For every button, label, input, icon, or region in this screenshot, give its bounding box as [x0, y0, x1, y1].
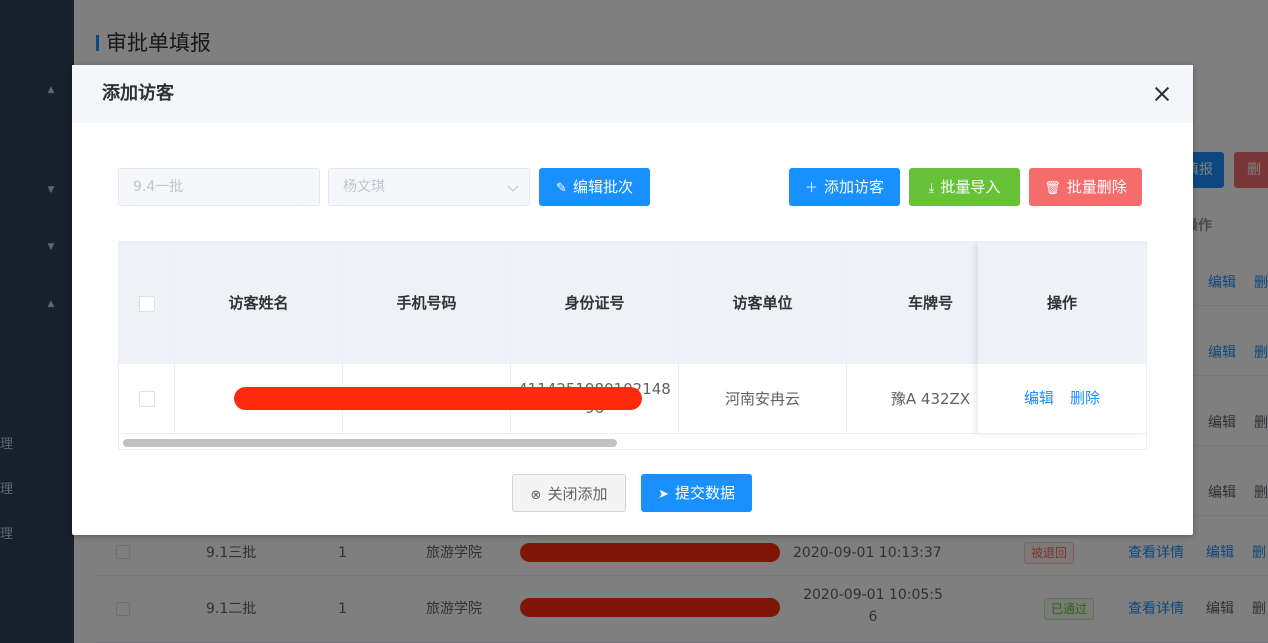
close-icon[interactable] — [1153, 85, 1171, 103]
delete-link[interactable]: 删除 — [1070, 389, 1100, 408]
column-header-unit: 访客单位 — [679, 242, 847, 364]
visitor-table: 访客姓名 手机号码 身份证号 访客单位 车牌号 4114251980102148… — [118, 241, 1147, 450]
submit-data-label: 提交数据 — [674, 484, 735, 502]
add-visitor-label: 添加访客 — [824, 178, 885, 196]
dialog-header: 添加访客 — [72, 65, 1193, 123]
person-select-value: 杨文琪 — [343, 179, 385, 195]
row-select-cell — [119, 364, 175, 434]
unit-cell: 河南安冉云 — [679, 364, 847, 434]
redaction-mark — [234, 387, 642, 410]
person-select[interactable]: 杨文琪 — [328, 168, 530, 206]
fixed-operation-column: 操作 编辑 删除 — [978, 242, 1146, 434]
column-header-phone: 手机号码 — [343, 242, 511, 364]
edit-batch-button[interactable]: ✎ 编辑批次 — [539, 168, 650, 206]
batch-import-button[interactable]: ⤓ 批量导入 — [909, 168, 1020, 206]
dialog-title: 添加访客 — [102, 83, 174, 104]
send-icon: ➤ — [658, 487, 669, 502]
select-all-checkbox[interactable] — [138, 295, 155, 312]
edit-link[interactable]: 编辑 — [1024, 389, 1054, 408]
batch-delete-button[interactable]: 🗑 批量删除 — [1029, 168, 1142, 206]
add-visitor-dialog: 添加访客 9.4一批 杨文琪 ✎ 编辑批次 ＋ 添加访客 ⤓ 批量导入 🗑 批量删除 访… — [72, 65, 1193, 535]
add-visitor-button[interactable]: ＋ 添加访客 — [789, 168, 900, 206]
batch-delete-label: 批量删除 — [1066, 178, 1127, 196]
batch-input[interactable]: 9.4一批 — [118, 168, 320, 206]
edit-batch-label: 编辑批次 — [572, 178, 633, 196]
column-header-name: 访客姓名 — [175, 242, 343, 364]
operation-cell: 编辑 删除 — [978, 364, 1146, 434]
column-header-id: 身份证号 — [511, 242, 679, 364]
column-header-operation: 操作 — [978, 242, 1146, 364]
trash-icon: 🗑 — [1044, 181, 1061, 196]
horizontal-scrollbar[interactable] — [123, 439, 617, 447]
close-add-button[interactable]: ⊗ 关闭添加 — [512, 474, 626, 512]
chevron-down-icon — [507, 180, 519, 192]
select-all-cell — [119, 242, 175, 364]
download-icon: ⤓ — [928, 181, 935, 196]
edit-icon: ✎ — [556, 181, 567, 196]
circle-close-icon: ⊗ — [530, 488, 542, 503]
submit-data-button[interactable]: ➤ 提交数据 — [641, 474, 752, 512]
plus-icon: ＋ — [804, 181, 818, 196]
batch-import-label: 批量导入 — [940, 178, 1001, 196]
row-checkbox[interactable] — [138, 391, 155, 407]
close-add-label: 关闭添加 — [547, 485, 608, 503]
